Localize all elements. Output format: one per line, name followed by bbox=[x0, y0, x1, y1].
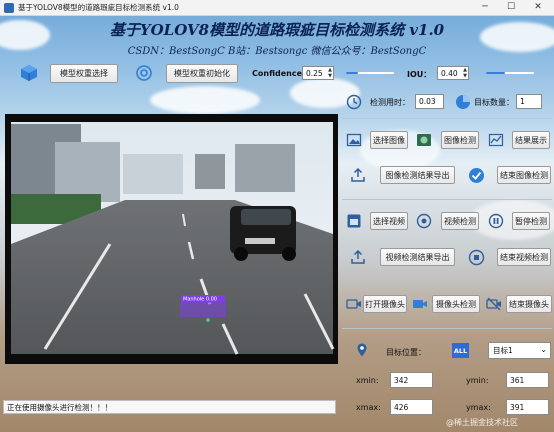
time-label: 检测用时： bbox=[370, 98, 410, 107]
window-titlebar: 基于YOLOV8模型的道路瑕疵目标检测系统 v1.0 ─ ☐ ✕ bbox=[0, 0, 554, 16]
xmin-field: 342 bbox=[390, 372, 433, 388]
count-label: 目标数量： bbox=[474, 98, 514, 107]
camera-frame: Manhole 0.00 bbox=[5, 114, 338, 364]
pie-icon bbox=[455, 94, 471, 110]
camera-detect-icon bbox=[412, 296, 428, 312]
camera-icon bbox=[346, 296, 362, 312]
spin-arrows-icon[interactable]: ▲ ▼ bbox=[463, 67, 467, 79]
chevron-down-icon[interactable]: ⌄ bbox=[540, 345, 547, 354]
status-bar: 正在使用摄像头进行检测！！！ bbox=[3, 400, 336, 414]
iou-label: IOU： bbox=[407, 70, 432, 79]
chart-icon bbox=[488, 132, 504, 148]
pause-icon bbox=[488, 213, 504, 229]
spin-arrows-icon[interactable]: ▲ ▼ bbox=[328, 67, 332, 79]
settings-target-icon bbox=[135, 64, 153, 82]
detect-image-button[interactable]: 图像检测 bbox=[441, 131, 479, 149]
ymin-field: 361 bbox=[506, 372, 549, 388]
page-title: 基于YOLOV8模型的道路瑕疵目标检测系统 v1.0 bbox=[109, 21, 445, 39]
image-detect-icon bbox=[416, 132, 432, 148]
model-select-button[interactable]: 模型权重选择 bbox=[50, 64, 118, 83]
minimize-button[interactable]: ─ bbox=[474, 1, 496, 15]
all-badge: ALL bbox=[452, 343, 469, 358]
close-button[interactable]: ✕ bbox=[527, 1, 549, 15]
image-icon bbox=[346, 132, 362, 148]
watermark: @稀土掘金技术社区 bbox=[446, 418, 518, 427]
iou-value: 0.40 bbox=[441, 68, 458, 78]
window-title: 基于YOLOV8模型的道路瑕疵目标检测系统 v1.0 bbox=[18, 3, 179, 12]
divider bbox=[342, 328, 552, 329]
maximize-button[interactable]: ☐ bbox=[500, 1, 522, 15]
divider bbox=[342, 199, 552, 200]
count-value-field: 1 bbox=[516, 94, 542, 109]
confidence-label: Confidence: bbox=[252, 69, 306, 78]
video-file-icon bbox=[346, 213, 362, 229]
pause-detect-button[interactable]: 暂停检测 bbox=[512, 212, 550, 230]
upload-icon bbox=[350, 249, 366, 265]
xmax-label: xmax: bbox=[356, 403, 381, 412]
open-camera-button[interactable]: 打开摄像头 bbox=[363, 295, 407, 313]
page-subtitle: CSDN：BestSongC B站：Bestsongc 微信公众号：BestSo… bbox=[127, 46, 427, 57]
end-image-detect-button[interactable]: 结束图像检测 bbox=[497, 166, 551, 184]
detection-label: Manhole 0.00 bbox=[183, 297, 217, 303]
video-display: Manhole 0.00 bbox=[5, 114, 338, 364]
divider bbox=[342, 281, 552, 282]
target-position-label: 目标位置： bbox=[386, 348, 426, 357]
location-pin-icon bbox=[354, 342, 370, 358]
confidence-slider[interactable] bbox=[346, 67, 394, 79]
upload-icon bbox=[350, 167, 366, 183]
cloud-decoration bbox=[150, 86, 260, 114]
xmin-label: xmin: bbox=[356, 376, 379, 385]
car bbox=[230, 206, 296, 261]
confidence-value: 0.25 bbox=[306, 68, 323, 78]
ymax-label: ymax: bbox=[466, 403, 491, 412]
iou-spinbox[interactable]: 0.40 ▲ ▼ bbox=[437, 66, 469, 80]
app-icon bbox=[4, 3, 14, 13]
check-circle-icon bbox=[468, 167, 485, 184]
ymin-label: ymin: bbox=[466, 376, 489, 385]
select-video-button[interactable]: 选择视频 bbox=[370, 212, 408, 230]
select-image-button[interactable]: 选择图像 bbox=[370, 131, 408, 149]
detection-box: Manhole 0.00 bbox=[180, 295, 226, 317]
camera-detect-button[interactable]: 摄像头检测 bbox=[432, 295, 480, 313]
target-select[interactable]: 目标1 ⌄ bbox=[488, 342, 551, 359]
confidence-spinbox[interactable]: 0.25 ▲ ▼ bbox=[302, 66, 334, 80]
target-select-value: 目标1 bbox=[493, 346, 513, 355]
video-detect-icon bbox=[416, 213, 432, 229]
clock-icon bbox=[346, 94, 362, 110]
camera-off-icon bbox=[486, 296, 502, 312]
model-init-button[interactable]: 模型权重初始化 bbox=[166, 64, 238, 83]
divider bbox=[342, 118, 552, 119]
iou-slider[interactable] bbox=[486, 67, 534, 79]
show-result-button[interactable]: 结果展示 bbox=[512, 131, 550, 149]
stop-circle-icon bbox=[468, 249, 485, 266]
close-camera-button[interactable]: 结束摄像头 bbox=[506, 295, 552, 313]
export-image-result-button[interactable]: 图像检测结果导出 bbox=[380, 166, 455, 184]
xmax-field: 426 bbox=[390, 399, 433, 415]
export-video-result-button[interactable]: 视频检测结果导出 bbox=[380, 248, 455, 266]
cube-icon bbox=[20, 64, 38, 82]
detect-video-button[interactable]: 视频检测 bbox=[441, 212, 479, 230]
ymax-field: 391 bbox=[506, 399, 549, 415]
end-video-detect-button[interactable]: 结束视频检测 bbox=[497, 248, 551, 266]
time-value-field: 0.03 bbox=[415, 94, 444, 109]
